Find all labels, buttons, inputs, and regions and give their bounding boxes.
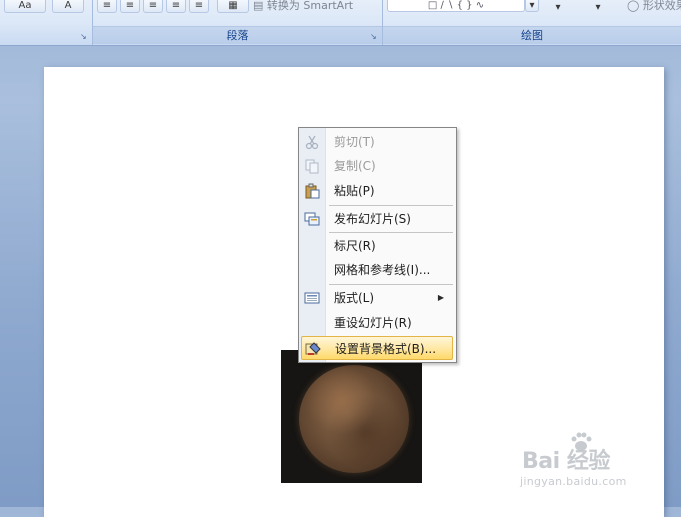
menu-item-label: 版式(L) [334, 291, 375, 305]
shapes-gallery-icon: □ ∕ ∖ { } ∿ [427, 0, 485, 11]
context-menu: 剪切(T) 复制(C) 粘贴(P) 发布幻灯片(S) 标尺(R) 网格和参考线(… [298, 127, 457, 363]
shape-effects-button[interactable]: ◯ 形状效果 [627, 0, 681, 13]
ribbon-group-font: Aa A ↘ [0, 0, 93, 45]
menu-item-label: 粘贴(P) [334, 184, 375, 198]
baidu-jingyan-url: jingyan.baidu.com [520, 475, 627, 488]
font-color-button[interactable]: A [52, 0, 84, 13]
font-dialog-launcher-icon[interactable]: ↘ [80, 33, 88, 41]
shape-effects-icon: ◯ [627, 0, 640, 12]
menu-item-label: 剪切(T) [334, 135, 375, 149]
publish-slides-icon [304, 211, 320, 227]
align-left-button[interactable]: ≡ [97, 0, 117, 13]
paragraph-group-label: 段落 [93, 26, 382, 44]
menu-item-format-background[interactable]: 设置背景格式(B)... [301, 336, 453, 360]
change-case-button[interactable]: Aa [4, 0, 46, 13]
scissors-icon [304, 134, 320, 150]
arrange-button[interactable]: ▾ [543, 2, 573, 16]
layout-icon [304, 290, 320, 306]
ribbon: Aa A ↘ ≡ ≡ ≡ ≡ ≡ ▦ ▤ 转换为 SmartArt 段落 ↘ □… [0, 0, 681, 46]
menu-item-label: 标尺(R) [334, 239, 376, 253]
menu-item-publish-slides[interactable]: 发布幻灯片(S) [301, 207, 453, 231]
moon-image[interactable] [281, 350, 422, 483]
paste-icon [304, 183, 320, 199]
menu-separator [329, 284, 453, 285]
justify-button[interactable]: ≡ [166, 0, 186, 13]
menu-item-grid-guides[interactable]: 网格和参考线(I)... [301, 258, 453, 282]
menu-item-copy[interactable]: 复制(C) [301, 154, 453, 178]
columns-button[interactable]: ▦ [217, 0, 249, 13]
distribute-button[interactable]: ≡ [189, 0, 209, 13]
menu-separator [329, 205, 453, 206]
moon-disc [299, 365, 409, 473]
shape-effects-label: 形状效果 [642, 0, 681, 12]
format-background-icon [305, 341, 321, 357]
menu-separator [329, 232, 453, 233]
baidu-jingyan-logo: Bai 经验 [522, 449, 610, 474]
paragraph-dialog-launcher-icon[interactable]: ↘ [370, 33, 378, 41]
menu-item-label: 设置背景格式(B)... [335, 342, 437, 356]
shapes-gallery[interactable]: □ ∕ ∖ { } ∿ [387, 0, 525, 12]
smartart-convert-button[interactable]: ▤ 转换为 SmartArt [253, 0, 353, 13]
copy-icon [304, 158, 320, 174]
menu-item-layout[interactable]: 版式(L) ▶ [301, 286, 453, 310]
menu-item-label: 复制(C) [334, 159, 376, 173]
smartart-label: 转换为 SmartArt [266, 0, 354, 12]
smartart-icon: ▤ [253, 0, 264, 12]
menu-item-label: 发布幻灯片(S) [334, 212, 411, 226]
menu-item-ruler[interactable]: 标尺(R) [301, 234, 453, 258]
change-case-label: Aa [18, 0, 32, 11]
ribbon-group-drawing: □ ∕ ∖ { } ∿ ▾ ▾ ▾ ◯ 形状效果 绘图 [383, 0, 681, 45]
menu-item-cut[interactable]: 剪切(T) [301, 130, 453, 154]
submenu-arrow-icon: ▶ [437, 293, 444, 302]
menu-item-paste[interactable]: 粘贴(P) [301, 179, 453, 203]
menu-item-label: 重设幻灯片(R) [334, 316, 412, 330]
ribbon-group-paragraph: ≡ ≡ ≡ ≡ ≡ ▦ ▤ 转换为 SmartArt 段落 ↘ [93, 0, 383, 45]
drawing-group-label: 绘图 [383, 26, 681, 44]
font-color-label: A [64, 0, 72, 11]
baidu-jingyan-watermark: Bai 经验 jingyan.baidu.com [520, 432, 660, 495]
menu-item-label: 网格和参考线(I)... [334, 263, 431, 277]
menu-item-reset-slide[interactable]: 重设幻灯片(R) [301, 311, 453, 335]
align-right-button[interactable]: ≡ [143, 0, 163, 13]
quick-styles-button[interactable]: ▾ [583, 2, 613, 16]
align-center-button[interactable]: ≡ [120, 0, 140, 13]
shapes-gallery-more-button[interactable]: ▾ [525, 0, 539, 12]
